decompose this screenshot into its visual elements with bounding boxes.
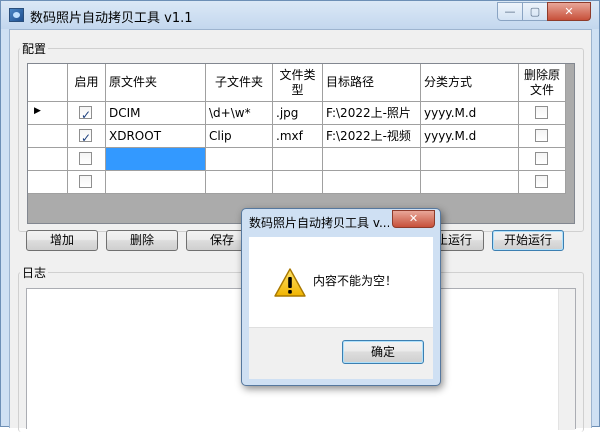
enabled-checkbox[interactable] bbox=[79, 175, 92, 188]
dialog-body: 内容不能为空！ bbox=[249, 237, 433, 327]
column-header-enabled[interactable]: 启用 bbox=[68, 64, 106, 102]
enabled-checkbox[interactable] bbox=[79, 152, 92, 165]
delete-checkbox[interactable] bbox=[535, 129, 548, 142]
column-header-target[interactable]: 目标路径 bbox=[323, 64, 421, 102]
close-button[interactable]: ✕ bbox=[547, 2, 591, 21]
cell-target[interactable] bbox=[323, 148, 421, 171]
message-dialog: 数码照片自动拷贝工具 v... ✕ 内容不能为空！ 确定 bbox=[241, 208, 441, 386]
cell-enabled[interactable] bbox=[68, 102, 106, 125]
cell-target[interactable]: F:\2022上-视频 bbox=[323, 125, 421, 148]
app-icon bbox=[9, 8, 24, 22]
cell-delete[interactable] bbox=[519, 102, 566, 125]
cell-enabled[interactable] bbox=[68, 125, 106, 148]
enabled-checkbox[interactable] bbox=[79, 127, 92, 147]
log-scrollbar[interactable] bbox=[558, 289, 575, 430]
cell-delete[interactable] bbox=[519, 125, 566, 148]
cell-enabled[interactable] bbox=[68, 148, 106, 171]
row-header[interactable] bbox=[28, 171, 68, 194]
maximize-button[interactable]: ▢ bbox=[522, 2, 548, 21]
cell-filetype[interactable]: .jpg bbox=[273, 102, 323, 125]
cell-source-selected[interactable] bbox=[106, 148, 206, 171]
dialog-title: 数码照片自动拷贝工具 v... bbox=[249, 216, 389, 230]
delete-checkbox[interactable] bbox=[535, 106, 548, 119]
cell-target[interactable]: F:\2022上-照片 bbox=[323, 102, 421, 125]
dialog-message: 内容不能为空！ bbox=[313, 274, 398, 288]
column-header-source[interactable]: 原文件夹 bbox=[106, 64, 206, 102]
enabled-checkbox[interactable] bbox=[79, 104, 92, 124]
row-header[interactable]: ▶ bbox=[28, 102, 68, 125]
cell-classify[interactable]: yyyy.M.d bbox=[421, 125, 519, 148]
cell-delete[interactable] bbox=[519, 171, 566, 194]
start-button[interactable]: 开始运行 bbox=[492, 230, 564, 251]
cell-subfolder[interactable] bbox=[206, 171, 273, 194]
row-header[interactable] bbox=[28, 125, 68, 148]
delete-checkbox[interactable] bbox=[535, 175, 548, 188]
dialog-close-button[interactable]: ✕ bbox=[392, 210, 435, 228]
delete-checkbox[interactable] bbox=[535, 152, 548, 165]
current-row-indicator-icon: ▶ bbox=[34, 106, 41, 116]
cell-source[interactable] bbox=[106, 171, 206, 194]
cell-filetype[interactable]: .mxf bbox=[273, 125, 323, 148]
cell-source[interactable]: XDROOT bbox=[106, 125, 206, 148]
cell-classify[interactable]: yyyy.M.d bbox=[421, 102, 519, 125]
column-header-classify[interactable]: 分类方式 bbox=[421, 64, 519, 102]
dialog-footer: 确定 bbox=[249, 327, 433, 379]
minimize-button[interactable]: — bbox=[497, 2, 523, 21]
config-group-label: 配置 bbox=[20, 40, 49, 57]
cell-subfolder[interactable] bbox=[206, 148, 273, 171]
column-header-delete[interactable]: 删除原文件 bbox=[519, 64, 566, 102]
warning-icon bbox=[274, 268, 306, 297]
cell-classify[interactable] bbox=[421, 171, 519, 194]
cell-enabled[interactable] bbox=[68, 171, 106, 194]
row-header[interactable] bbox=[28, 148, 68, 171]
cell-source[interactable]: DCIM bbox=[106, 102, 206, 125]
column-header-subfolder[interactable]: 子文件夹 bbox=[206, 64, 273, 102]
cell-subfolder[interactable]: Clip bbox=[206, 125, 273, 148]
column-header-filetype[interactable]: 文件类型 bbox=[273, 64, 323, 102]
cell-subfolder[interactable]: \d+\w* bbox=[206, 102, 273, 125]
ok-button[interactable]: 确定 bbox=[342, 340, 424, 364]
cell-filetype[interactable] bbox=[273, 171, 323, 194]
config-grid[interactable]: 启用 原文件夹 子文件夹 文件类型 目标路径 分类方式 删除原文件 ▶ DCIM… bbox=[27, 63, 575, 224]
window-title: 数码照片自动拷贝工具 v1.1 bbox=[30, 11, 193, 26]
cell-target[interactable] bbox=[323, 171, 421, 194]
app-window: 数码照片自动拷贝工具 v1.1 — ▢ ✕ 配置 启用 原文件夹 子文件夹 文件… bbox=[0, 0, 600, 432]
cell-delete[interactable] bbox=[519, 148, 566, 171]
title-bar[interactable]: 数码照片自动拷贝工具 v1.1 — ▢ ✕ bbox=[1, 1, 599, 29]
add-button[interactable]: 增加 bbox=[26, 230, 98, 251]
log-group-label: 日志 bbox=[20, 264, 49, 281]
grid-corner bbox=[28, 64, 68, 102]
cell-filetype[interactable] bbox=[273, 148, 323, 171]
delete-button[interactable]: 删除 bbox=[106, 230, 178, 251]
cell-classify[interactable] bbox=[421, 148, 519, 171]
